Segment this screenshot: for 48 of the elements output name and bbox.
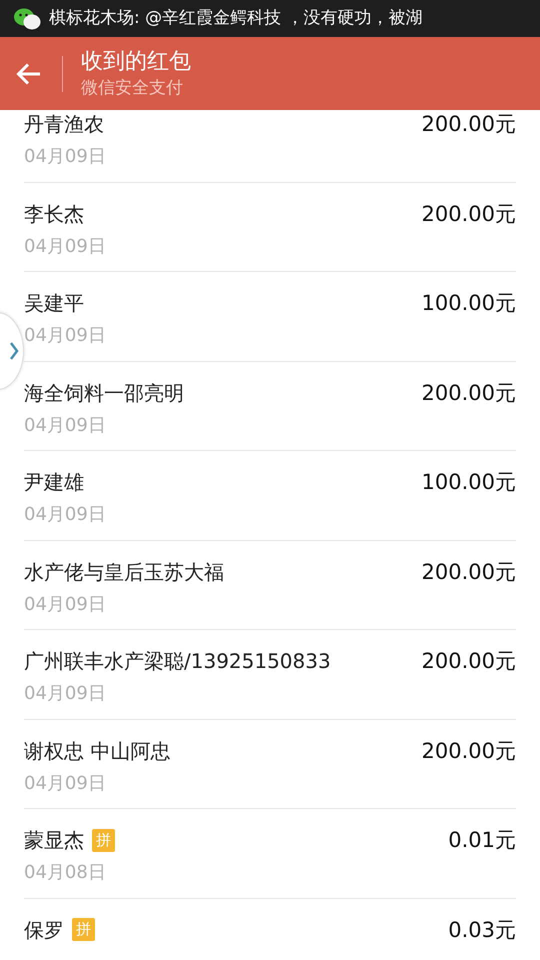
amount-text: 200.00元 [422, 111, 516, 138]
sender-name: 保罗 [24, 916, 64, 944]
date-text: 04月08日 [24, 861, 107, 885]
record-row[interactable]: 李长杰 04月09日 200.00元 [24, 182, 516, 272]
sender-name: 广州联丰水产梁聪/13925150833 [24, 648, 331, 675]
sender-name: 谢权忠 中山阿忠 [24, 738, 170, 764]
record-row[interactable]: 海全饲料一邵亮明 04月09日 200.00元 [24, 362, 516, 451]
record-row[interactable]: 保罗 拼 0.03元 [24, 898, 516, 960]
sender-name: 水产佬与皇后玉苏大福 [24, 558, 224, 586]
date-text: 04月09日 [24, 414, 107, 438]
date-text: 04月09日 [24, 234, 106, 258]
page-subtitle: 微信安全支付 [81, 76, 184, 100]
sender-name: 丹青渔农 [24, 111, 104, 138]
sender-name: 李长杰 [24, 200, 84, 228]
amount-text: 200.00元 [422, 738, 516, 764]
date-text: 04月09日 [24, 682, 107, 706]
amount-text: 0.01元 [448, 827, 516, 854]
back-button[interactable] [16, 62, 42, 86]
amount-text: 200.00元 [422, 648, 516, 675]
date-text: 04月09日 [24, 145, 106, 169]
date-text: 04月09日 [24, 324, 106, 348]
sender-name: 尹建雄 [24, 469, 84, 496]
amount-text: 0.03元 [448, 916, 516, 944]
notification-text: 棋标花木场: @辛红霞金鳄科技 ，没有硬功，被湖 [49, 6, 423, 30]
amount-text: 100.00元 [422, 469, 516, 496]
back-arrow-icon [16, 62, 42, 86]
amount-text: 100.00元 [422, 290, 516, 317]
record-row[interactable]: 谢权忠 中山阿忠 04月09日 200.00元 [24, 720, 516, 809]
record-row[interactable]: 蒙显杰 拼 04月08日 0.01元 [24, 809, 516, 898]
chat-app-icon [14, 8, 41, 30]
amount-text: 200.00元 [422, 200, 516, 228]
record-row[interactable]: 尹建雄 04月09日 100.00元 [24, 451, 516, 540]
amount-text: 200.00元 [422, 380, 516, 406]
group-badge: 拼 [92, 828, 115, 852]
record-row[interactable]: 吴建平 04月09日 100.00元 [24, 272, 516, 362]
amount-text: 200.00元 [422, 558, 516, 586]
record-row[interactable]: 水产佬与皇后玉苏大福 04月09日 200.00元 [24, 540, 516, 630]
chevron-right-icon [9, 341, 19, 361]
date-text: 04月09日 [24, 592, 107, 616]
date-text: 04月09日 [24, 503, 106, 527]
sender-name: 蒙显杰 [24, 827, 84, 854]
record-row[interactable]: 广州联丰水产梁聪/13925150833 04月09日 200.00元 [24, 630, 516, 720]
group-badge: 拼 [72, 918, 95, 941]
page-title: 收到的红包 [81, 48, 191, 76]
sender-name: 吴建平 [24, 290, 84, 317]
date-text: 04月09日 [24, 772, 107, 796]
record-row[interactable]: 丹青渔农 04月09日 200.00元 [24, 110, 516, 182]
sender-name: 海全饲料一邵亮明 [24, 380, 184, 406]
